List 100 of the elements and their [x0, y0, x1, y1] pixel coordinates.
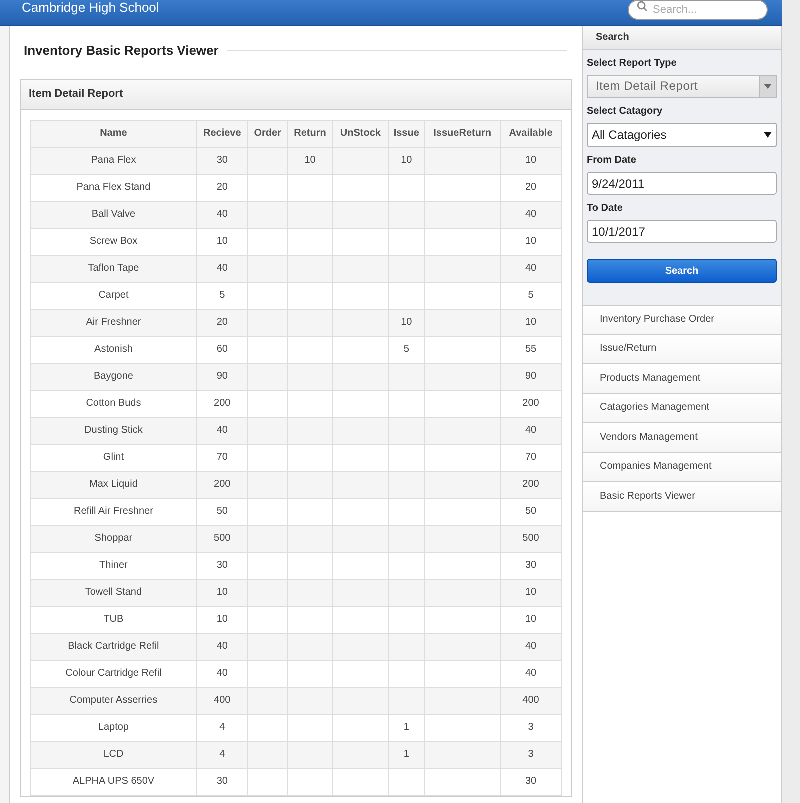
field-label: From Date: [587, 154, 638, 168]
table-cell: Baygone: [94, 371, 134, 382]
table-cell: 200: [522, 398, 540, 409]
table-cell: 400: [214, 695, 231, 706]
table-cell: Towell Stand: [85, 587, 142, 598]
table-cell: 10: [525, 236, 537, 247]
table-cell: 500: [214, 533, 231, 544]
table-cell: 10: [401, 317, 412, 328]
table-cell: 40: [525, 641, 537, 652]
table-cell: Colour Cartridge Refil: [66, 668, 162, 679]
table-cell: Computer Asserries: [70, 695, 158, 706]
caret-icon: [764, 132, 772, 138]
sidebar-menu-item[interactable]: Companies Management: [583, 452, 781, 482]
table-cell: 20: [525, 182, 537, 193]
table-cell: 200: [522, 479, 540, 490]
table-cell: Glint: [103, 452, 124, 463]
table-cell: Carpet: [98, 290, 129, 301]
table-cell: ALPHA UPS 650V: [72, 776, 155, 787]
table-cell: 400: [522, 695, 540, 706]
date-field[interactable]: 9/24/2011: [587, 172, 777, 195]
table-cell: 5: [220, 290, 226, 301]
table-cell: 500: [522, 533, 540, 544]
table-cell: 10: [216, 587, 228, 598]
table-cell: 30: [216, 155, 228, 166]
sidebar-menu-item[interactable]: Issue/Return: [583, 334, 781, 364]
column-header: UnStock: [332, 120, 389, 147]
column-header: Name: [30, 120, 197, 147]
search-field[interactable]: Search...: [628, 0, 768, 20]
field-label: Select Catagory: [587, 105, 664, 119]
column-header: Recieve: [196, 120, 248, 147]
page-title: Inventory Basic Reports Viewer: [24, 42, 219, 60]
table-cell: 70: [525, 452, 537, 463]
table-cell: 40: [525, 263, 537, 274]
table-cell: 30: [216, 776, 228, 787]
table-cell: Laptop: [98, 722, 129, 733]
field-label: Select Report Type: [587, 57, 678, 71]
table-cell: 40: [216, 209, 228, 220]
table-cell: 40: [216, 263, 228, 274]
panel-title: Item Detail Report: [29, 86, 124, 102]
table-cell: 1: [404, 749, 410, 760]
table-cell: 10: [525, 317, 537, 328]
table-cell: Cotton Buds: [86, 398, 142, 409]
column-header: Available: [500, 120, 562, 147]
table-cell: TUB: [104, 614, 124, 625]
table-cell: 200: [214, 398, 231, 409]
sidebar-title: Search: [596, 31, 630, 45]
date-field[interactable]: 10/1/2017: [587, 220, 777, 243]
table-cell: 10: [216, 236, 228, 247]
sidebar-menu-item[interactable]: Catagories Management: [583, 394, 781, 423]
search-icon: [637, 0, 648, 12]
table-cell: 10: [401, 155, 412, 166]
category-select[interactable]: All Catagories: [587, 123, 777, 147]
table-cell: Black Cartridge Refil: [68, 641, 160, 652]
table-cell: 40: [216, 425, 228, 436]
table-cell: 30: [216, 560, 228, 571]
table-cell: 50: [216, 506, 228, 517]
table-cell: Taflon Tape: [88, 263, 140, 274]
search-button[interactable]: Search: [587, 259, 777, 283]
table-cell: Screw Box: [90, 236, 138, 247]
table-cell: Air Freshner: [86, 317, 142, 328]
table-cell: Shoppar: [94, 533, 133, 544]
table-cell: 60: [216, 344, 228, 355]
table-cell: 10: [216, 614, 228, 625]
column-header: Order: [248, 120, 288, 147]
table-cell: Thiner: [100, 560, 128, 571]
table-cell: 20: [216, 182, 228, 193]
table-cell: 5: [528, 290, 534, 301]
column-header: IssueReturn: [424, 120, 501, 147]
table-cell: 30: [525, 560, 537, 571]
table-cell: 70: [216, 452, 228, 463]
table-cell: 4: [220, 749, 226, 760]
table-cell: 20: [216, 317, 228, 328]
table-cell: LCD: [104, 749, 124, 760]
table-cell: 90: [216, 371, 228, 382]
table-cell: Ball Valve: [92, 209, 136, 220]
table-cell: 55: [525, 344, 537, 355]
table-cell: 10: [304, 155, 316, 166]
table-cell: 10: [525, 587, 537, 598]
table-cell: 40: [525, 209, 537, 220]
table-cell: 4: [220, 722, 226, 733]
table-cell: 90: [525, 371, 537, 382]
table-cell: 40: [525, 425, 537, 436]
sidebar-menu-item[interactable]: Inventory Purchase Order: [583, 305, 781, 334]
table-cell: 40: [525, 668, 537, 679]
table-cell: 40: [216, 668, 228, 679]
column-header: Issue: [388, 120, 425, 147]
table-cell: 1: [404, 722, 410, 733]
table-cell: 30: [525, 776, 537, 787]
table-cell: Astonish: [94, 344, 133, 355]
report-type-dropdown[interactable]: Item Detail Report: [587, 75, 777, 98]
table-cell: Pana Flex Stand: [76, 182, 151, 193]
table-cell: Pana Flex: [91, 155, 136, 166]
school-title: Cambridge High School: [22, 0, 160, 17]
table-cell: 5: [404, 344, 410, 355]
table-cell: 50: [525, 506, 537, 517]
table-cell: 200: [214, 479, 231, 490]
column-header: Return: [288, 120, 333, 147]
table-cell: 3: [528, 749, 534, 760]
table-cell: 10: [525, 614, 537, 625]
table-cell: Dusting Stick: [84, 425, 143, 436]
